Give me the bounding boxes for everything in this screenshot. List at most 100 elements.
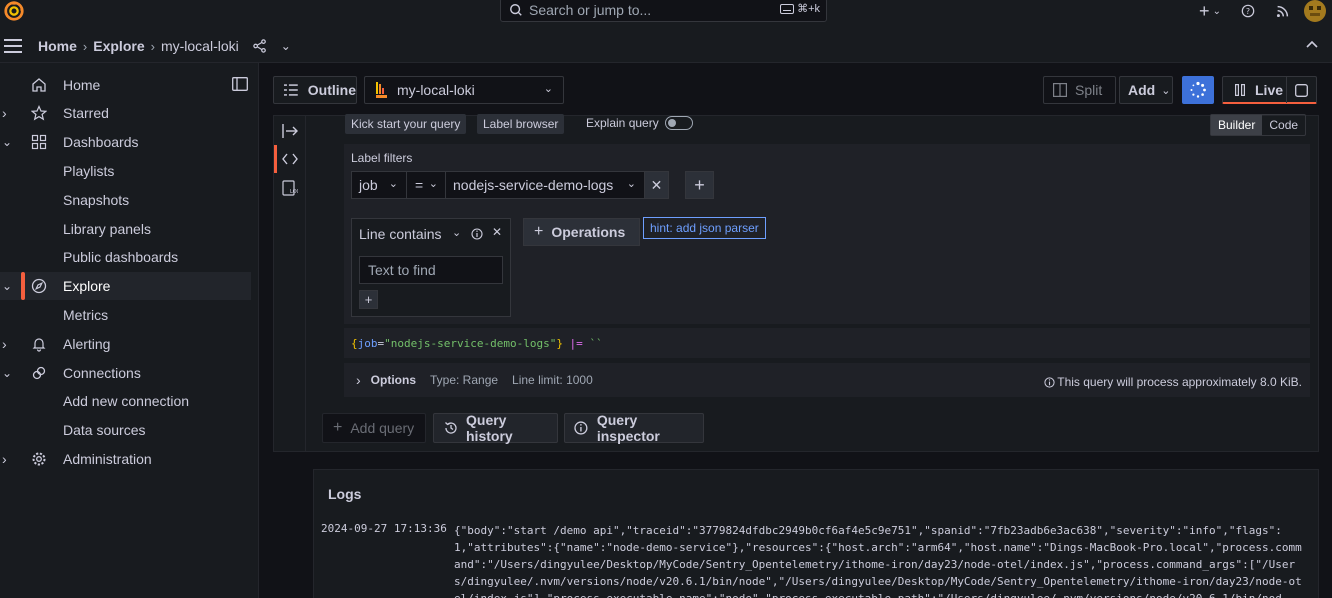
- top-bar: Search or jump to... ⌘+k + ⌄ ?: [0, 0, 1332, 30]
- home-icon: [32, 78, 46, 92]
- help-icon[interactable]: ?: [1230, 4, 1266, 18]
- breadcrumb-explore[interactable]: Explore: [93, 38, 144, 54]
- label-operator-select[interactable]: = ⌄: [406, 171, 446, 199]
- content-outline-rail: LOG: [274, 116, 306, 451]
- breadcrumb-current: my-local-loki: [160, 38, 239, 54]
- sidebar-item-data-sources[interactable]: Data sources: [0, 416, 251, 444]
- chevron-down-icon: ⌄: [428, 178, 438, 190]
- chevron-down-icon[interactable]: ⌄: [2, 279, 12, 293]
- chevron-down-icon[interactable]: ⌄: [2, 366, 12, 380]
- list-icon: [284, 84, 298, 96]
- link-icon: [32, 366, 46, 380]
- remove-filter-button[interactable]: ✕: [644, 171, 669, 199]
- chevron-down-icon[interactable]: ⌄: [2, 135, 12, 149]
- log-timestamp: 2024-09-27 17:13:36: [321, 522, 447, 535]
- label-filters-section: Label filters job ⌄ = ⌄ nodejs-service-d…: [344, 144, 1310, 324]
- search-placeholder: Search or jump to...: [529, 2, 652, 18]
- sidebar-item-explore[interactable]: ⌄ Explore: [0, 272, 251, 300]
- label-value-select[interactable]: nodejs-service-demo-logs ⌄: [445, 171, 645, 199]
- operation-title[interactable]: Line contains: [359, 226, 442, 242]
- svg-text:?: ?: [1246, 7, 1250, 16]
- label-filters-title: Label filters: [351, 151, 413, 165]
- spinner-icon: [1190, 81, 1206, 98]
- live-button[interactable]: Live: [1222, 76, 1317, 104]
- grafana-logo-icon[interactable]: [3, 0, 25, 22]
- sidebar-item-public-dashboards[interactable]: Public dashboards: [0, 243, 251, 271]
- add-button[interactable]: Add ⌄: [1119, 76, 1173, 104]
- avatar[interactable]: [1298, 0, 1332, 22]
- outline-button[interactable]: Outline: [273, 76, 357, 104]
- text-to-find-input[interactable]: Text to find: [359, 256, 503, 284]
- query-history-button[interactable]: Query history: [433, 412, 558, 444]
- sidebar-item-playlists[interactable]: Playlists: [0, 157, 251, 185]
- expand-rail-icon[interactable]: [282, 124, 298, 138]
- json-parser-hint[interactable]: hint: add json parser: [643, 217, 766, 239]
- sidebar-item-library-panels[interactable]: Library panels: [0, 215, 251, 243]
- rss-icon[interactable]: [1266, 5, 1298, 18]
- new-plus-icon[interactable]: + ⌄: [1194, 1, 1226, 22]
- datasource-picker[interactable]: my-local-loki ⌄: [364, 76, 564, 104]
- rail-active-indicator: [274, 145, 277, 173]
- columns-icon: [1053, 83, 1067, 97]
- keyboard-icon: [780, 3, 795, 14]
- sidebar-item-connections[interactable]: ⌄ Connections: [0, 359, 251, 387]
- operation-card: Line contains ⌄ ✕ Text to find +: [351, 218, 511, 317]
- builder-mode-button[interactable]: Builder: [1211, 115, 1263, 135]
- split-button[interactable]: Split: [1043, 76, 1116, 104]
- operations-button[interactable]: + Operations: [523, 218, 640, 246]
- add-query-button[interactable]: + Add query: [322, 413, 426, 443]
- log-line[interactable]: {"body":"start /demo api","traceid":"377…: [454, 522, 1304, 598]
- search-icon: [510, 4, 522, 16]
- chevron-right-icon[interactable]: ›: [2, 336, 7, 352]
- sidebar-item-starred[interactable]: › Starred: [0, 99, 251, 127]
- options-label: Options: [370, 373, 416, 387]
- explain-query-label: Explain query: [586, 116, 659, 130]
- stop-icon[interactable]: [1286, 77, 1316, 103]
- logs-icon[interactable]: LOG: [282, 180, 298, 196]
- sidebar-item-metrics[interactable]: Metrics: [0, 301, 251, 329]
- chevron-up-icon[interactable]: [1306, 40, 1318, 48]
- plus-icon: +: [534, 223, 544, 240]
- kick-start-button[interactable]: Kick start your query: [345, 114, 467, 134]
- label-key-select[interactable]: job ⌄: [351, 171, 407, 199]
- info-circle-icon[interactable]: [471, 228, 483, 240]
- chevron-down-icon[interactable]: ⌄: [452, 226, 461, 239]
- share-icon[interactable]: [253, 39, 267, 53]
- add-filter-button[interactable]: +: [685, 171, 714, 199]
- sidebar-item-alerting[interactable]: › Alerting: [0, 330, 251, 358]
- sidebar: Home › Starred ⌄ Dashboards Playlists Sn…: [0, 63, 259, 598]
- loki-logo-icon: [376, 82, 387, 98]
- chevron-right-icon: ›: [82, 38, 88, 54]
- close-icon[interactable]: ✕: [492, 225, 502, 239]
- add-param-button[interactable]: +: [359, 290, 378, 309]
- search-input[interactable]: Search or jump to... ⌘+k: [500, 0, 827, 22]
- code-brackets-icon[interactable]: [282, 153, 298, 165]
- chevron-right-icon: ›: [150, 38, 155, 54]
- editor-mode-switch: Builder Code: [1210, 114, 1307, 136]
- sidebar-item-home[interactable]: Home: [0, 71, 251, 99]
- query-inspector-button[interactable]: Query inspector: [564, 412, 704, 444]
- sidebar-item-add-new-connection[interactable]: Add new connection: [0, 387, 251, 415]
- breadcrumb-home[interactable]: Home: [38, 38, 77, 54]
- chevron-down-icon: ⌄: [543, 83, 553, 95]
- apps-icon: [31, 134, 47, 150]
- options-type: Type: Range: [430, 373, 499, 387]
- sidebar-item-snapshots[interactable]: Snapshots: [0, 186, 251, 214]
- run-query-button[interactable]: [1182, 76, 1214, 104]
- code-mode-button[interactable]: Code: [1262, 115, 1305, 135]
- query-panel: LOG Kick start your query Label browser …: [273, 114, 1319, 452]
- sidebar-item-dashboards[interactable]: ⌄ Dashboards: [0, 128, 251, 156]
- sidebar-item-administration[interactable]: › Administration: [0, 445, 251, 473]
- label-browser-button[interactable]: Label browser: [477, 114, 565, 134]
- chevron-right-icon: ›: [356, 372, 361, 388]
- logs-title: Logs: [328, 486, 362, 502]
- menu-icon[interactable]: [4, 39, 22, 53]
- chevron-right-icon[interactable]: ›: [2, 451, 7, 467]
- chevron-right-icon[interactable]: ›: [2, 105, 7, 121]
- explain-query-toggle[interactable]: [665, 116, 693, 130]
- keyboard-shortcut: ⌘+k: [780, 2, 820, 15]
- info-circle-icon: [574, 421, 588, 435]
- query-options-row[interactable]: › Options Type: Range Line limit: 1000 T…: [344, 363, 1310, 397]
- info-circle-icon: [1044, 376, 1055, 388]
- share-chevron-down-icon[interactable]: ⌄: [281, 39, 291, 53]
